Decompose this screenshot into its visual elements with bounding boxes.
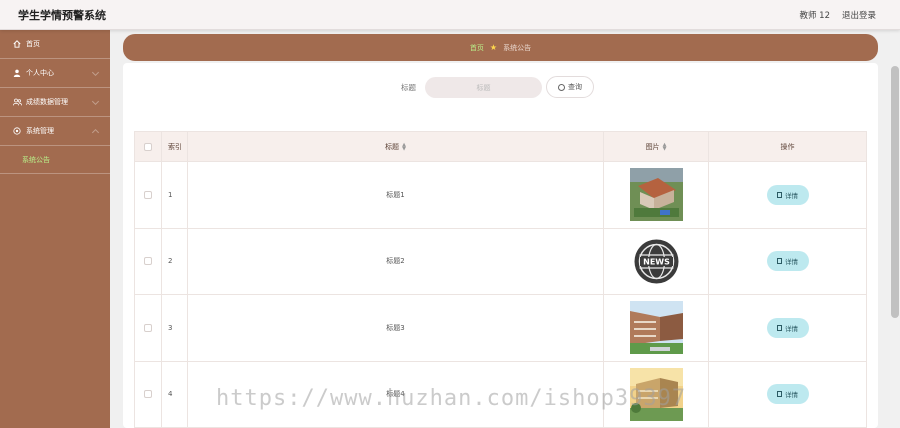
chevron-down-icon — [91, 97, 100, 106]
sidebar-item-label: 首页 — [26, 40, 40, 48]
row-select-cell — [134, 294, 162, 362]
row-title: 标题4 — [187, 360, 604, 428]
document-icon — [777, 191, 782, 198]
search-button[interactable]: 查询 — [546, 76, 594, 98]
detail-button[interactable]: 详情 — [766, 184, 809, 205]
document-icon — [777, 324, 782, 331]
row-checkbox[interactable] — [144, 190, 152, 199]
row-select-cell — [134, 227, 162, 295]
settings-icon — [12, 127, 22, 135]
table-row: 2 标题2 NEWS 详情 — [134, 227, 867, 295]
row-action-cell: 详情 — [708, 294, 867, 362]
table-header-row: 索引 标题 ▲ ▼ 图片 ▲ ▼ 操作 — [134, 131, 867, 162]
sidebar-item-home[interactable]: 首页 — [0, 30, 110, 59]
row-select-cell — [134, 161, 162, 229]
table-row: 4 标题4 详情 — [134, 360, 867, 428]
news-globe-thumbnail: NEWS — [629, 234, 683, 288]
home-icon — [12, 40, 22, 48]
row-title: 标题2 — [187, 227, 604, 295]
sidebar-item-label: 系统管理 — [26, 127, 54, 135]
row-image-cell — [603, 360, 709, 428]
chevron-down-icon — [91, 68, 100, 77]
school-building-thumbnail — [629, 301, 683, 355]
page-scrollbar[interactable] — [890, 30, 900, 428]
scrollbar-thumb[interactable] — [891, 66, 899, 318]
row-checkbox[interactable] — [144, 257, 152, 266]
current-user-label: 教师 12 — [799, 11, 830, 21]
detail-button[interactable]: 详情 — [766, 317, 809, 338]
row-action-cell: 详情 — [708, 227, 867, 295]
campus-aerial-thumbnail — [629, 168, 683, 222]
svg-text:NEWS: NEWS — [643, 257, 670, 266]
breadcrumb-home[interactable]: 首页 — [470, 43, 484, 53]
detail-button-label: 详情 — [785, 191, 798, 200]
search-label: 标题 — [401, 83, 416, 92]
breadcrumb-current: 系统公告 — [503, 43, 532, 52]
row-checkbox[interactable] — [144, 390, 152, 399]
row-checkbox[interactable] — [144, 323, 152, 332]
detail-button-label: 详情 — [785, 391, 798, 400]
chevron-up-icon — [91, 128, 100, 137]
header-image-label: 图片 — [645, 142, 660, 151]
sort-icon[interactable]: ▲ ▼ — [402, 142, 406, 151]
row-select-cell — [134, 360, 162, 428]
search-icon — [558, 83, 565, 91]
users-icon — [12, 98, 22, 106]
header-image[interactable]: 图片 ▲ ▼ — [603, 131, 709, 162]
header-index: 索引 — [161, 131, 188, 162]
row-action-cell: 详情 — [708, 161, 867, 229]
row-image-cell: NEWS — [603, 227, 709, 295]
select-all-checkbox[interactable] — [144, 142, 152, 151]
campus-sunset-thumbnail — [629, 367, 683, 421]
document-icon — [777, 258, 782, 265]
sort-icon[interactable]: ▲ ▼ — [663, 142, 667, 151]
detail-button[interactable]: 详情 — [766, 251, 809, 272]
row-image-cell — [603, 161, 709, 229]
detail-button-label: 详情 — [785, 324, 798, 333]
search-button-label: 查询 — [568, 83, 582, 91]
sidebar-item-label: 成绩数据管理 — [26, 98, 68, 106]
detail-button[interactable]: 详情 — [766, 384, 809, 405]
sidebar-item-grades[interactable]: 成绩数据管理 — [0, 88, 110, 117]
row-index: 2 — [161, 227, 188, 295]
breadcrumb: 首页 ★ 系统公告 — [123, 34, 878, 61]
row-image-cell — [603, 294, 709, 362]
row-action-cell: 详情 — [708, 360, 867, 428]
header-action: 操作 — [708, 131, 867, 162]
header-select-all — [134, 131, 162, 162]
row-title: 标题3 — [187, 294, 604, 362]
top-bar: 学生学情预警系统 教师 12 退出登录 — [0, 0, 900, 30]
detail-button-label: 详情 — [785, 258, 798, 267]
sidebar: 首页 个人中心 成绩数据管理 系统管理 系统公告 — [0, 30, 110, 428]
row-index: 4 — [161, 360, 188, 428]
star-separator-icon: ★ — [489, 43, 498, 52]
sidebar-subitem-announcements[interactable]: 系统公告 — [0, 146, 110, 174]
header-title[interactable]: 标题 ▲ ▼ — [187, 131, 604, 162]
logout-link[interactable]: 退出登录 — [842, 9, 876, 21]
row-index: 1 — [161, 161, 188, 229]
row-index: 3 — [161, 294, 188, 362]
app-title: 学生学情预警系统 — [18, 9, 106, 22]
header-title-label: 标题 — [385, 142, 400, 151]
document-icon — [777, 391, 782, 398]
table-row: 1 标题1 详情 — [134, 161, 867, 229]
table-row: 3 标题3 详情 — [134, 294, 867, 362]
announcement-table: 索引 标题 ▲ ▼ 图片 ▲ ▼ 操作 1 标题1 详情 2 标题2 NEWS … — [134, 131, 867, 428]
sidebar-item-label: 个人中心 — [26, 69, 54, 77]
user-icon — [12, 69, 22, 77]
sidebar-item-system[interactable]: 系统管理 — [0, 117, 110, 146]
search-input[interactable] — [425, 77, 542, 98]
sidebar-item-profile[interactable]: 个人中心 — [0, 59, 110, 88]
row-title: 标题1 — [187, 161, 604, 229]
